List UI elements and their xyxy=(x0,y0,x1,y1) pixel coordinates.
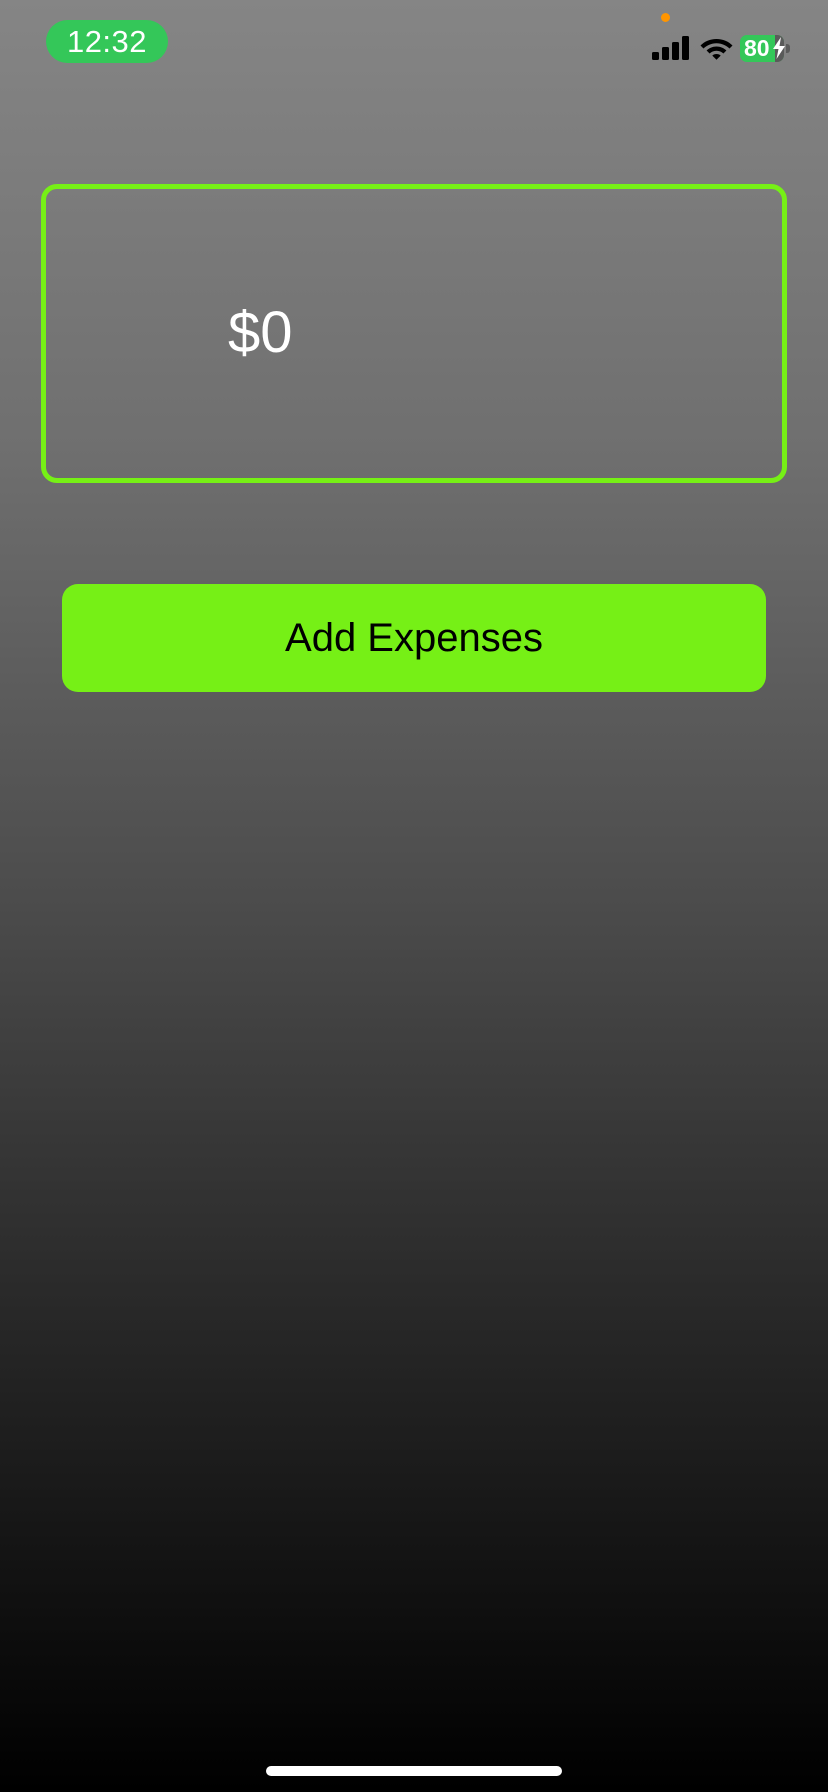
total-card: $0 xyxy=(41,184,787,483)
app-screen: 12:32 80 $0 Add Expenses xyxy=(0,0,828,1792)
signal-icon xyxy=(652,36,689,60)
battery-level: 80 xyxy=(744,35,770,61)
total-amount: $0 xyxy=(228,300,293,365)
battery-cap xyxy=(786,44,790,53)
charging-bolt-icon xyxy=(773,37,785,59)
status-time: 12:32 xyxy=(46,20,168,63)
wifi-icon xyxy=(700,39,733,60)
add-expenses-button[interactable]: Add Expenses xyxy=(62,584,766,692)
home-indicator[interactable] xyxy=(266,1766,562,1776)
mic-indicator-dot xyxy=(661,13,670,22)
